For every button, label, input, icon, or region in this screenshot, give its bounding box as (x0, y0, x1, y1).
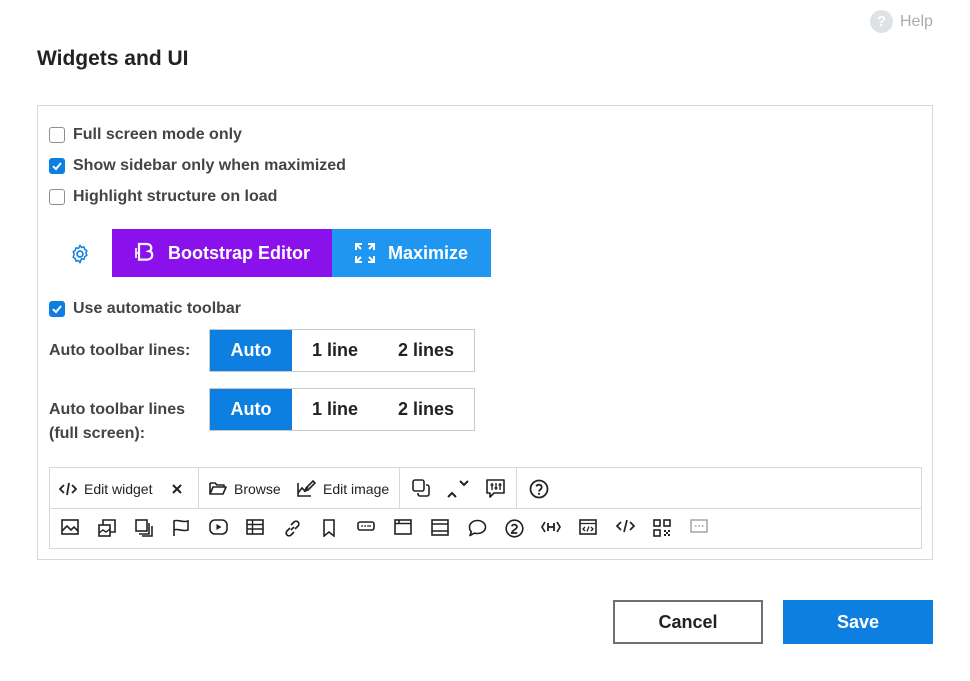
maximize-label: Maximize (388, 242, 469, 263)
flag-icon[interactable] (172, 519, 190, 537)
copy-icon (412, 479, 430, 497)
edit-image-button[interactable]: Edit image (297, 468, 389, 509)
sidebar-maximized-checkbox[interactable] (49, 158, 65, 174)
auto-toolbar-option[interactable]: Use automatic toolbar (49, 300, 241, 318)
number-badge-icon[interactable] (505, 519, 524, 538)
image-gallery-icon[interactable] (98, 519, 116, 537)
toolbar-separator (399, 468, 400, 509)
fullscreen-only-checkbox[interactable] (49, 127, 65, 143)
video-icon[interactable] (209, 519, 228, 535)
bootstrap-icon (135, 242, 154, 261)
help-button[interactable] (529, 468, 549, 509)
close-widget-button[interactable] (171, 468, 183, 509)
edit-widget-label: Edit widget (84, 480, 153, 497)
sliders-icon (486, 479, 505, 498)
widget-settings-button[interactable] (486, 468, 505, 509)
checkmark-icon (52, 305, 62, 314)
toolbar-separator (516, 468, 517, 509)
toolbar-preview: Edit widget Browse Edit image (49, 467, 922, 549)
toolbar-lines-fullscreen-label-2: (full screen): (49, 425, 146, 442)
move-button[interactable] (447, 468, 469, 509)
toolbar-lines-selector: Auto 1 line 2 lines (209, 329, 475, 372)
checkmark-icon (52, 162, 62, 171)
copy-button[interactable] (412, 468, 431, 509)
close-icon (172, 483, 182, 494)
fs-toolbar-lines-auto[interactable]: Auto (210, 389, 292, 430)
button-widget-icon[interactable] (357, 519, 375, 533)
widgets-panel: Full screen mode only Show sidebar only … (37, 105, 933, 560)
toolbar-separator (198, 468, 199, 509)
cancel-button[interactable]: Cancel (613, 600, 763, 644)
toolbar-lines-1[interactable]: 1 line (292, 330, 378, 371)
code-icon[interactable] (616, 519, 635, 533)
auto-toolbar-checkbox[interactable] (49, 301, 65, 317)
bookmark-icon[interactable] (322, 519, 336, 537)
chevron-up-down-icon (447, 479, 469, 498)
toolbar-lines-label: Auto toolbar lines: (49, 342, 191, 359)
maximize-button[interactable]: Maximize (332, 229, 491, 277)
image-stack-icon[interactable] (135, 519, 153, 537)
highlight-structure-option[interactable]: Highlight structure on load (49, 188, 277, 206)
fullscreen-only-label: Full screen mode only (73, 126, 242, 143)
table-icon[interactable] (246, 519, 264, 535)
toolbar-lines-fullscreen-selector: Auto 1 line 2 lines (209, 388, 475, 431)
toolbar-lines-fullscreen-label-1: Auto toolbar lines (49, 401, 185, 418)
code-icon (59, 482, 77, 495)
image-icon[interactable] (61, 519, 79, 535)
edit-image-icon (297, 480, 316, 497)
heading-tag-icon[interactable] (541, 519, 561, 535)
code-block-icon[interactable] (579, 519, 597, 535)
toolbar-lines-2[interactable]: 2 lines (378, 330, 474, 371)
fs-toolbar-lines-2[interactable]: 2 lines (378, 389, 474, 430)
fullscreen-only-option[interactable]: Full screen mode only (49, 126, 242, 144)
save-button[interactable]: Save (783, 600, 933, 644)
browse-button[interactable]: Browse (209, 468, 281, 509)
fs-toolbar-lines-1[interactable]: 1 line (292, 389, 378, 430)
folder-open-icon (209, 482, 227, 495)
highlight-structure-checkbox[interactable] (49, 189, 65, 205)
link-icon[interactable] (283, 519, 302, 538)
edit-image-label: Edit image (323, 480, 390, 497)
toolbar-lines-fullscreen-label: Auto toolbar lines (full screen): (49, 398, 185, 446)
bootstrap-editor-label: Bootstrap Editor (168, 242, 310, 263)
sidebar-maximized-label: Show sidebar only when maximized (73, 157, 346, 174)
bootstrap-editor-button[interactable]: Bootstrap Editor (112, 229, 332, 277)
browse-label: Browse (234, 480, 281, 497)
toolbar-row-2 (50, 509, 921, 549)
expand-icon (355, 243, 375, 263)
help-icon: ? (870, 10, 893, 33)
qr-code-icon[interactable] (653, 519, 671, 537)
auto-toolbar-label: Use automatic toolbar (73, 300, 242, 317)
edit-widget-button[interactable]: Edit widget (59, 468, 152, 509)
sections-icon[interactable] (431, 519, 449, 536)
panel-icon[interactable] (394, 519, 412, 535)
toolbar-lines-auto[interactable]: Auto (210, 330, 292, 371)
highlight-structure-label: Highlight structure on load (73, 188, 278, 205)
help-label: Help (900, 12, 933, 30)
question-circle-icon (529, 479, 549, 498)
speech-bubble-icon[interactable] (468, 519, 487, 537)
help-link[interactable]: ? Help (870, 10, 933, 33)
toolbar-row-1: Edit widget Browse Edit image (50, 468, 921, 509)
sidebar-maximized-option[interactable]: Show sidebar only when maximized (49, 157, 346, 175)
settings-gear-icon[interactable] (69, 243, 91, 265)
placeholder-icon[interactable] (690, 519, 708, 533)
page-title: Widgets and UI (37, 47, 189, 70)
